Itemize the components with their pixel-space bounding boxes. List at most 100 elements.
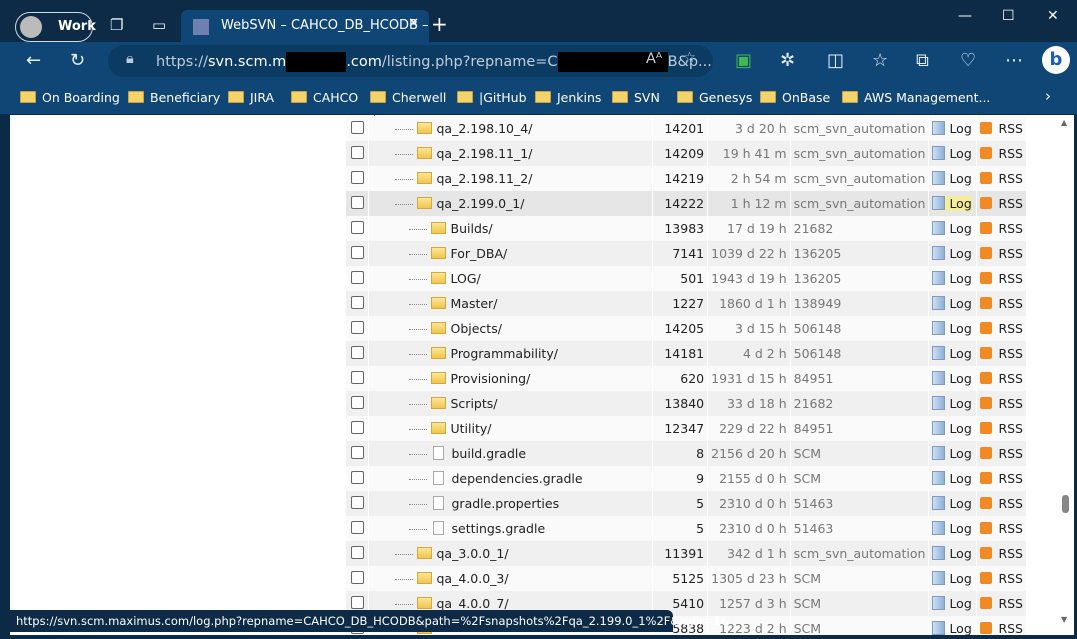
collections-icon[interactable]: ⧉ xyxy=(916,50,929,71)
browser-essentials-icon[interactable]: ♡ xyxy=(960,50,976,71)
refresh-icon[interactable]: ↻ xyxy=(70,50,85,71)
revision[interactable]: 14201 xyxy=(652,116,709,141)
log-link[interactable]: Log xyxy=(932,546,972,561)
revision[interactable]: 8 xyxy=(652,441,709,466)
bookmark-item[interactable]: JIRA xyxy=(228,90,274,105)
entry-name-link[interactable]: qa_4.0.0_3/ xyxy=(437,571,509,586)
rss-link[interactable]: RSS xyxy=(980,596,1023,611)
bookmark-item[interactable]: CAHCO xyxy=(291,90,358,105)
entry-name-link[interactable]: qa_2.198.10_4/ xyxy=(437,121,533,136)
close-tab-icon[interactable]: ✕ xyxy=(408,16,419,31)
rss-link[interactable]: RSS xyxy=(980,296,1023,311)
log-link[interactable]: Log xyxy=(932,396,972,411)
revision[interactable]: 13983 xyxy=(652,216,709,241)
log-link[interactable]: Log xyxy=(932,196,972,211)
rss-link[interactable]: RSS xyxy=(980,321,1023,336)
log-link[interactable]: Log xyxy=(932,171,972,186)
bookmark-item[interactable]: |GitHub xyxy=(457,90,527,105)
rss-link[interactable]: RSS xyxy=(980,371,1023,386)
chevron-right-icon[interactable]: › xyxy=(1045,87,1051,105)
revision[interactable]: 5125 xyxy=(652,566,709,591)
entry-name-link[interactable]: build.gradle xyxy=(452,446,527,461)
entry-name-link[interactable]: Builds/ xyxy=(451,221,493,236)
extensions-icon[interactable]: ✲ xyxy=(780,50,795,71)
bookmark-item[interactable]: OnBase xyxy=(760,90,830,105)
rss-link[interactable]: RSS xyxy=(980,346,1023,361)
favorites-icon[interactable]: ☆ xyxy=(872,50,888,71)
row-checkbox[interactable] xyxy=(351,570,364,584)
maximize-icon[interactable]: ☐ xyxy=(1002,8,1015,24)
rss-link[interactable]: RSS xyxy=(980,271,1023,286)
rss-link[interactable]: RSS xyxy=(980,196,1023,211)
entry-name-link[interactable]: qa_2.198.11_1/ xyxy=(437,146,533,161)
entry-name-link[interactable]: Programmability/ xyxy=(451,346,558,361)
rss-link[interactable]: RSS xyxy=(980,446,1023,461)
log-link[interactable]: Log xyxy=(932,321,972,336)
tab-actions-icon[interactable]: ▭ xyxy=(152,16,166,34)
bookmark-item[interactable]: Beneficiary xyxy=(128,90,220,105)
entry-name-link[interactable]: dependencies.gradle xyxy=(452,471,583,486)
log-link[interactable]: Log xyxy=(932,496,972,511)
row-checkbox[interactable] xyxy=(351,145,364,159)
entry-name-link[interactable]: qa_3.0.0_1/ xyxy=(437,546,509,561)
entry-name-link[interactable]: qa_2.198.11_2/ xyxy=(437,171,533,186)
row-checkbox[interactable] xyxy=(351,270,364,284)
entry-name-link[interactable]: Master/ xyxy=(451,296,498,311)
close-window-icon[interactable]: ✕ xyxy=(1047,8,1059,24)
log-link[interactable]: Log xyxy=(932,296,972,311)
profile-button[interactable]: Work xyxy=(15,12,96,42)
rss-link[interactable]: RSS xyxy=(980,621,1023,635)
rss-link[interactable]: RSS xyxy=(980,571,1023,586)
row-checkbox[interactable] xyxy=(351,295,364,309)
rss-link[interactable]: RSS xyxy=(980,246,1023,261)
revision[interactable]: 7141 xyxy=(652,241,709,266)
log-link[interactable]: Log xyxy=(932,621,972,635)
revision[interactable]: 5 xyxy=(652,516,709,541)
row-checkbox[interactable] xyxy=(351,520,364,534)
bookmark-item[interactable]: AWS Management... xyxy=(842,90,990,105)
row-checkbox[interactable] xyxy=(351,245,364,259)
row-checkbox[interactable] xyxy=(351,120,364,134)
rss-link[interactable]: RSS xyxy=(980,171,1023,186)
row-checkbox[interactable] xyxy=(351,595,364,609)
log-link[interactable]: Log xyxy=(932,421,972,436)
minimize-icon[interactable]: — xyxy=(958,8,972,24)
revision[interactable]: 14219 xyxy=(652,166,709,191)
revision[interactable]: 12347 xyxy=(652,416,709,441)
row-checkbox[interactable] xyxy=(351,195,364,209)
entry-name-link[interactable]: Objects/ xyxy=(451,321,502,336)
row-checkbox[interactable] xyxy=(351,420,364,434)
revision[interactable]: 5 xyxy=(652,491,709,516)
revision[interactable]: 13840 xyxy=(652,391,709,416)
log-link[interactable]: Log xyxy=(932,471,972,486)
log-link[interactable]: Log xyxy=(932,371,972,386)
row-checkbox[interactable] xyxy=(351,495,364,509)
revision[interactable]: 11391 xyxy=(652,541,709,566)
read-aloud-icon[interactable]: Aᴬ xyxy=(646,51,662,67)
split-screen-icon[interactable]: ◫ xyxy=(827,50,844,71)
entry-name-link[interactable]: LOG/ xyxy=(451,271,481,286)
row-checkbox[interactable] xyxy=(351,320,364,334)
entry-name-link[interactable]: qa_2.199.0_1/ xyxy=(437,196,525,211)
rss-link[interactable]: RSS xyxy=(980,496,1023,511)
entry-name-link[interactable]: Scripts/ xyxy=(451,396,498,411)
entry-name-link[interactable]: Utility/ xyxy=(451,421,492,436)
log-link[interactable]: Log xyxy=(932,246,972,261)
more-icon[interactable]: ⋯ xyxy=(1005,50,1023,71)
row-checkbox[interactable] xyxy=(351,545,364,559)
row-checkbox[interactable] xyxy=(351,395,364,409)
log-link[interactable]: Log xyxy=(932,271,972,286)
revision[interactable]: 501 xyxy=(652,266,709,291)
log-link[interactable]: Log xyxy=(932,521,972,536)
revision[interactable]: 14209 xyxy=(652,141,709,166)
rss-link[interactable]: RSS xyxy=(980,546,1023,561)
log-link[interactable]: Log xyxy=(932,346,972,361)
rss-link[interactable]: RSS xyxy=(980,471,1023,486)
scrollbar-thumb[interactable] xyxy=(1062,495,1069,513)
bookmark-item[interactable]: On Boarding xyxy=(20,90,120,105)
favorite-star-icon[interactable]: ☆ xyxy=(683,50,696,66)
revision[interactable]: 620 xyxy=(652,366,709,391)
entry-name-link[interactable]: qa_4.0.0_7/ xyxy=(437,596,509,611)
log-link[interactable]: Log xyxy=(932,571,972,586)
revision[interactable]: 9 xyxy=(652,466,709,491)
